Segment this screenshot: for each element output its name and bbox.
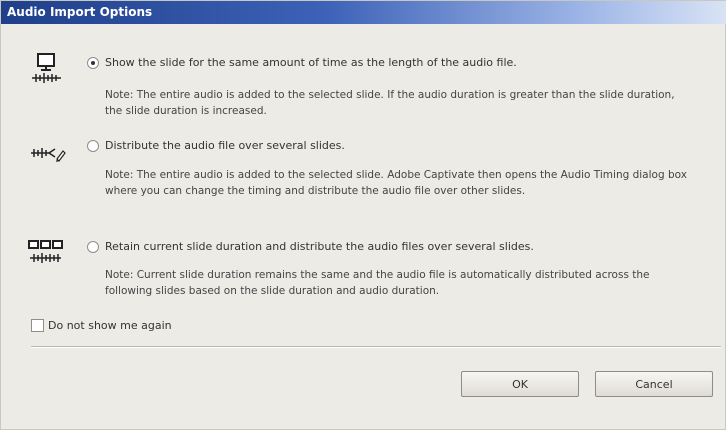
option-note: Note: The entire audio is added to the s… (105, 89, 675, 117)
option-distribute-radio[interactable]: Distribute the audio file over several s… (87, 139, 345, 152)
option-note: Note: The entire audio is added to the s… (105, 169, 687, 197)
ok-button[interactable]: OK (461, 371, 579, 397)
radio-button[interactable] (87, 240, 99, 253)
option-label: Show the slide for the same amount of ti… (105, 56, 517, 69)
separator (31, 346, 721, 348)
audio-import-options-dialog: Audio Import Options Show the slide for … (0, 0, 726, 430)
radio-button[interactable] (87, 139, 99, 152)
radio-button-selected[interactable] (87, 56, 99, 69)
cancel-button[interactable]: Cancel (595, 371, 713, 397)
checkbox-label: Do not show me again (48, 319, 172, 332)
title-bar: Audio Import Options (1, 1, 726, 24)
distribute-audio-icon (27, 133, 67, 171)
option-show-slide-radio[interactable]: Show the slide for the same amount of ti… (87, 56, 517, 69)
checkbox[interactable] (31, 319, 44, 332)
dont-show-again-checkbox[interactable]: Do not show me again (31, 319, 172, 332)
option-retain-radio[interactable]: Retain current slide duration and distri… (87, 240, 534, 253)
option-label: Retain current slide duration and distri… (105, 240, 534, 253)
dialog-title: Audio Import Options (7, 5, 153, 19)
option-note: Note: Current slide duration remains the… (105, 269, 650, 297)
option-label: Distribute the audio file over several s… (105, 139, 345, 152)
multiple-slides-audio-icon (27, 237, 67, 275)
slide-with-audio-icon (27, 51, 67, 89)
